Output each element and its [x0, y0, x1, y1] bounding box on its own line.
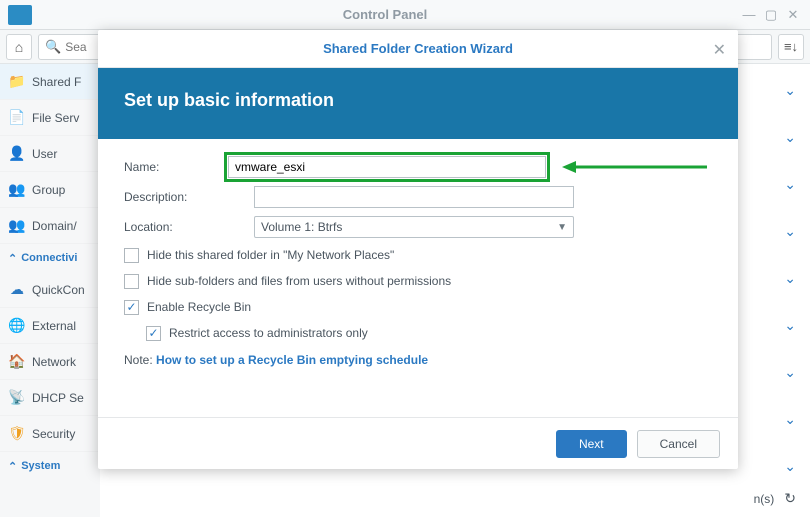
document-icon: 📄 [8, 109, 26, 127]
arrow-annotation [562, 159, 712, 175]
field-name: Name: [124, 153, 712, 181]
minimize-button[interactable]: — [738, 6, 760, 24]
checkbox[interactable] [124, 248, 139, 263]
cancel-button[interactable]: Cancel [637, 430, 720, 458]
note-prefix: Note: [124, 353, 153, 367]
chevron-down-icon[interactable]: ⌄ [784, 223, 796, 240]
note-link[interactable]: How to set up a Recycle Bin emptying sch… [156, 353, 428, 367]
chevron-down-icon[interactable]: ⌄ [784, 129, 796, 146]
window-title: Control Panel [32, 7, 738, 22]
sidebar-category-label: Connectivi [21, 252, 77, 264]
chevron-down-icon: ▼ [557, 222, 567, 233]
user-icon: 👤 [8, 145, 26, 163]
checkbox-label: Restrict access to administrators only [169, 326, 368, 340]
sidebar-item-external-access[interactable]: 🌐 External [0, 308, 100, 344]
reload-icon[interactable]: ↻ [784, 490, 796, 507]
note: Note: How to set up a Recycle Bin emptyi… [124, 353, 712, 367]
sidebar-item-label: Security [32, 427, 75, 441]
globe-icon: 🌐 [8, 317, 26, 335]
name-input[interactable] [228, 156, 546, 178]
sort-button[interactable]: ≡↓ [778, 34, 804, 60]
domain-icon: 👥 [8, 217, 26, 235]
sidebar: 📁 Shared F 📄 File Serv 👤 User 👥 Group 👥 Domai… [0, 64, 100, 517]
chevron-down-icon[interactable]: ⌄ [784, 458, 796, 475]
sidebar-item-network[interactable]: 🏠 Network [0, 344, 100, 380]
chevron-down-icon[interactable]: ⌄ [784, 270, 796, 287]
checkbox[interactable] [124, 274, 139, 289]
network-icon: 🏠 [8, 353, 26, 371]
location-dropdown[interactable]: Volume 1: Btrfs ▼ [254, 216, 574, 238]
location-value: Volume 1: Btrfs [261, 220, 342, 234]
sidebar-category-system[interactable]: ⌃System [0, 452, 100, 480]
maximize-button[interactable]: ▢ [760, 6, 782, 24]
sidebar-item-domain[interactable]: 👥 Domain/ [0, 208, 100, 244]
description-label: Description: [124, 190, 254, 204]
sidebar-item-dhcp[interactable]: 📡 DHCP Se [0, 380, 100, 416]
sidebar-item-label: DHCP Se [32, 391, 84, 405]
modal-header: Shared Folder Creation Wizard ✕ [98, 30, 738, 68]
next-button[interactable]: Next [556, 430, 627, 458]
close-icon[interactable]: ✕ [713, 40, 726, 60]
description-input[interactable] [254, 186, 574, 208]
checkbox-enable-recycle: Enable Recycle Bin [124, 295, 712, 319]
field-location: Location: Volume 1: Btrfs ▼ [124, 213, 712, 241]
highlight-annotation [224, 152, 550, 182]
modal-body: Name: Description: Location: Volume 1: B… [98, 139, 738, 373]
sidebar-item-label: QuickCon [32, 283, 85, 297]
dhcp-icon: 📡 [8, 389, 26, 407]
sidebar-item-label: Network [32, 355, 76, 369]
home-button[interactable]: ⌂ [6, 34, 32, 60]
app-icon [8, 5, 32, 25]
footer-text: n(s) [754, 492, 775, 506]
chevron-down-icon[interactable]: ⌄ [784, 364, 796, 381]
footer-info: n(s) ↻ [754, 490, 796, 507]
checkbox-hide-network: Hide this shared folder in "My Network P… [124, 243, 712, 267]
checkbox-label: Enable Recycle Bin [147, 300, 251, 314]
sidebar-category-label: System [21, 460, 60, 472]
sidebar-item-label: Group [32, 183, 65, 197]
checkbox-label: Hide this shared folder in "My Network P… [147, 248, 394, 262]
chevron-down-icon[interactable]: ⌄ [784, 176, 796, 193]
search-icon: 🔍 [45, 39, 61, 55]
cloud-icon: ☁ [8, 281, 26, 299]
close-window-button[interactable]: ✕ [782, 6, 804, 24]
sidebar-item-user[interactable]: 👤 User [0, 136, 100, 172]
wizard-modal: Shared Folder Creation Wizard ✕ Set up b… [98, 30, 738, 469]
sidebar-item-label: Domain/ [32, 219, 77, 233]
sidebar-item-quickconnect[interactable]: ☁ QuickCon [0, 272, 100, 308]
checkbox[interactable] [146, 326, 161, 341]
checkbox-hide-subfolders: Hide sub-folders and files from users wi… [124, 269, 712, 293]
sidebar-item-shared-folder[interactable]: 📁 Shared F [0, 64, 100, 100]
field-description: Description: [124, 183, 712, 211]
sidebar-item-label: File Serv [32, 111, 79, 125]
checkbox[interactable] [124, 300, 139, 315]
window-controls: — ▢ ✕ [738, 6, 804, 24]
group-icon: 👥 [8, 181, 26, 199]
sidebar-item-security[interactable]: 🛡 Security [0, 416, 100, 452]
modal-title: Shared Folder Creation Wizard [323, 41, 513, 56]
checkbox-label: Hide sub-folders and files from users wi… [147, 274, 451, 288]
titlebar: Control Panel — ▢ ✕ [0, 0, 810, 30]
modal-footer: Next Cancel [98, 417, 738, 469]
chevron-down-icon[interactable]: ⌄ [784, 317, 796, 334]
sidebar-item-file-services[interactable]: 📄 File Serv [0, 100, 100, 136]
sidebar-category-connectivity[interactable]: ⌃Connectivi [0, 244, 100, 272]
chevron-down-icon[interactable]: ⌄ [784, 82, 796, 99]
shield-icon: 🛡 [8, 425, 26, 443]
sidebar-item-label: User [32, 147, 57, 161]
location-label: Location: [124, 220, 254, 234]
chevron-down-icon[interactable]: ⌄ [784, 411, 796, 428]
checkbox-restrict-admins: Restrict access to administrators only [146, 321, 712, 345]
modal-heading: Set up basic information [98, 68, 738, 139]
sidebar-item-group[interactable]: 👥 Group [0, 172, 100, 208]
name-label: Name: [124, 160, 224, 174]
sidebar-item-label: External [32, 319, 76, 333]
sidebar-item-label: Shared F [32, 75, 81, 89]
folder-icon: 📁 [8, 73, 26, 91]
